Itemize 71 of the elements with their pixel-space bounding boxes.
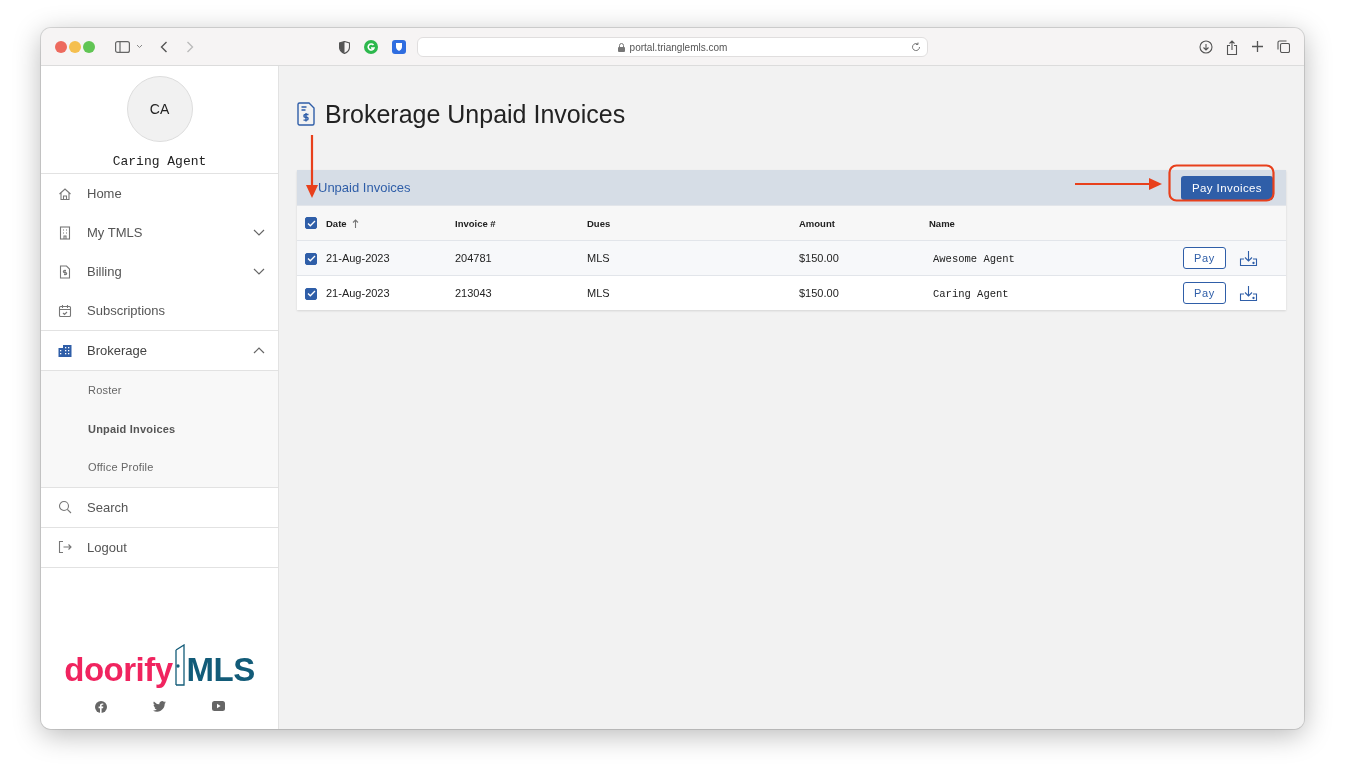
column-header[interactable]: Date bbox=[326, 217, 455, 229]
download-icon[interactable] bbox=[1199, 40, 1213, 54]
table-cell-text: MLS bbox=[587, 287, 611, 299]
video-play-icon[interactable] bbox=[211, 701, 225, 711]
user-name: Caring Agent bbox=[112, 154, 207, 169]
pay-invoices-button[interactable]: Pay Invoices bbox=[1181, 175, 1273, 200]
nav-item[interactable]: Home bbox=[41, 174, 278, 213]
search-icon bbox=[58, 500, 72, 514]
address-bar[interactable]: portal.trianglemls.com bbox=[417, 37, 928, 57]
column-header[interactable]: Dues bbox=[587, 217, 799, 229]
column-header[interactable]: Name bbox=[929, 217, 1258, 229]
lock-icon bbox=[617, 42, 625, 52]
column-header[interactable]: Amount bbox=[799, 217, 929, 229]
url-text: portal.trianglemls.com bbox=[629, 41, 728, 53]
sort-up-icon[interactable] bbox=[351, 218, 359, 228]
panel-title: Unpaid Invoices bbox=[318, 180, 411, 195]
chevron-down-icon[interactable] bbox=[253, 229, 265, 236]
nav-item[interactable]: Brokerage bbox=[41, 331, 278, 370]
bill-icon bbox=[58, 264, 72, 279]
invoice-dollar-icon bbox=[297, 102, 315, 126]
submenu-item[interactable]: Unpaid Invoices bbox=[41, 409, 278, 448]
submenu-item[interactable]: Office Profile bbox=[41, 448, 278, 487]
reload-icon[interactable] bbox=[911, 42, 921, 52]
extension-shield-icon[interactable] bbox=[392, 40, 406, 54]
table-cell-text: 21-Aug-2023 bbox=[326, 252, 391, 264]
row-checkbox[interactable] bbox=[305, 287, 317, 300]
chevron-up-icon[interactable] bbox=[253, 347, 265, 354]
calendar-check-icon bbox=[58, 303, 72, 318]
new-tab-icon[interactable] bbox=[1251, 40, 1264, 53]
logout-icon bbox=[58, 540, 72, 554]
avatar-initials: CA bbox=[149, 101, 170, 117]
pay-button[interactable]: Pay bbox=[1183, 247, 1226, 269]
tabs-overview-icon[interactable] bbox=[1277, 40, 1290, 53]
back-icon[interactable] bbox=[160, 40, 168, 53]
share-icon[interactable] bbox=[1226, 40, 1238, 55]
building-icon bbox=[58, 225, 72, 240]
chevron-down-icon[interactable] bbox=[253, 268, 265, 275]
office-building-icon bbox=[58, 343, 72, 358]
nav-item[interactable]: Billing bbox=[41, 252, 278, 291]
logo-text: doorify bbox=[64, 653, 173, 686]
download-icon[interactable] bbox=[1239, 284, 1258, 302]
table-cell-text: $150.00 bbox=[799, 252, 840, 264]
nav-item[interactable]: Logout bbox=[41, 527, 278, 567]
download-icon[interactable] bbox=[1239, 249, 1258, 267]
close-window-icon[interactable] bbox=[55, 40, 67, 53]
chevron-down-icon[interactable] bbox=[136, 44, 143, 49]
home-icon bbox=[58, 186, 72, 201]
nav-item[interactable]: My TMLS bbox=[41, 213, 278, 252]
nav-item[interactable]: Subscriptions bbox=[41, 291, 278, 330]
nav-item[interactable]: Search bbox=[41, 487, 278, 527]
extension-g-icon[interactable] bbox=[364, 40, 378, 54]
column-header[interactable]: Invoice # bbox=[455, 217, 587, 229]
table-cell-text: MLS bbox=[587, 252, 611, 264]
table-cell-text: Caring Agent bbox=[932, 287, 1010, 300]
twitter-icon[interactable] bbox=[152, 701, 166, 712]
page-title: Brokerage Unpaid Invoices bbox=[325, 99, 626, 129]
pay-button[interactable]: Pay bbox=[1183, 282, 1226, 304]
table-cell-text: 213043 bbox=[455, 287, 493, 299]
door-icon bbox=[174, 644, 185, 686]
facebook-icon[interactable] bbox=[94, 701, 107, 713]
table-cell-text: $150.00 bbox=[799, 287, 840, 299]
select-all-checkbox[interactable] bbox=[305, 217, 317, 230]
sidebar-toggle-icon[interactable] bbox=[115, 40, 130, 53]
table-cell-text: 204781 bbox=[455, 252, 493, 264]
shield-icon[interactable] bbox=[339, 40, 350, 54]
logo-text: MLS bbox=[186, 653, 255, 686]
submenu-item[interactable]: Roster bbox=[41, 371, 278, 410]
row-checkbox[interactable] bbox=[305, 252, 317, 265]
annotation-arrow bbox=[305, 135, 319, 199]
table-cell-text: 21-Aug-2023 bbox=[326, 287, 391, 299]
table-cell-text: Awesome Agent bbox=[932, 252, 1016, 265]
